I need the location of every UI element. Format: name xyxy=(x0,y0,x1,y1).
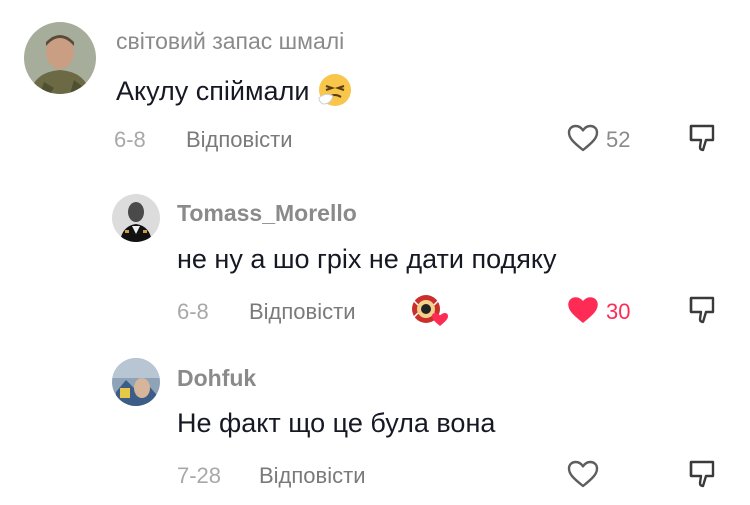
reply-button[interactable]: Відповісти xyxy=(186,127,293,153)
sneezing-face-emoji xyxy=(318,74,351,106)
comment-username[interactable]: Tomass_Morello xyxy=(177,200,357,227)
dislike-icon[interactable] xyxy=(686,458,718,490)
comment-text: Акулу спіймали xyxy=(116,72,353,108)
like-count: 30 xyxy=(606,299,631,324)
comment-date: 7-28 xyxy=(177,463,222,488)
heart-outline-icon[interactable] xyxy=(567,459,599,489)
comment-text-content: Акулу спіймали xyxy=(116,76,310,106)
dislike-icon[interactable] xyxy=(686,294,718,326)
reply-button[interactable]: Відповісти xyxy=(259,463,366,489)
comment-date: 6-8 xyxy=(177,299,209,324)
dislike-icon[interactable] xyxy=(686,122,718,154)
reply-button[interactable]: Відповісти xyxy=(249,299,356,325)
heart-filled-icon[interactable] xyxy=(567,295,599,325)
comment-date: 6-8 xyxy=(114,127,146,152)
comment-username[interactable]: світовий запас шмалі xyxy=(116,28,344,55)
comment-text: не ну а шо гріх не дати подяку xyxy=(177,244,557,274)
creator-liked-avatar xyxy=(410,293,448,327)
comment-username[interactable]: Dohfuk xyxy=(177,365,256,392)
avatar[interactable] xyxy=(112,194,160,242)
heart-outline-icon[interactable] xyxy=(567,123,599,153)
like-count: 52 xyxy=(606,127,631,152)
avatar[interactable] xyxy=(112,358,160,406)
comment-text: Не факт що це була вона xyxy=(177,408,496,438)
avatar[interactable] xyxy=(24,22,96,94)
